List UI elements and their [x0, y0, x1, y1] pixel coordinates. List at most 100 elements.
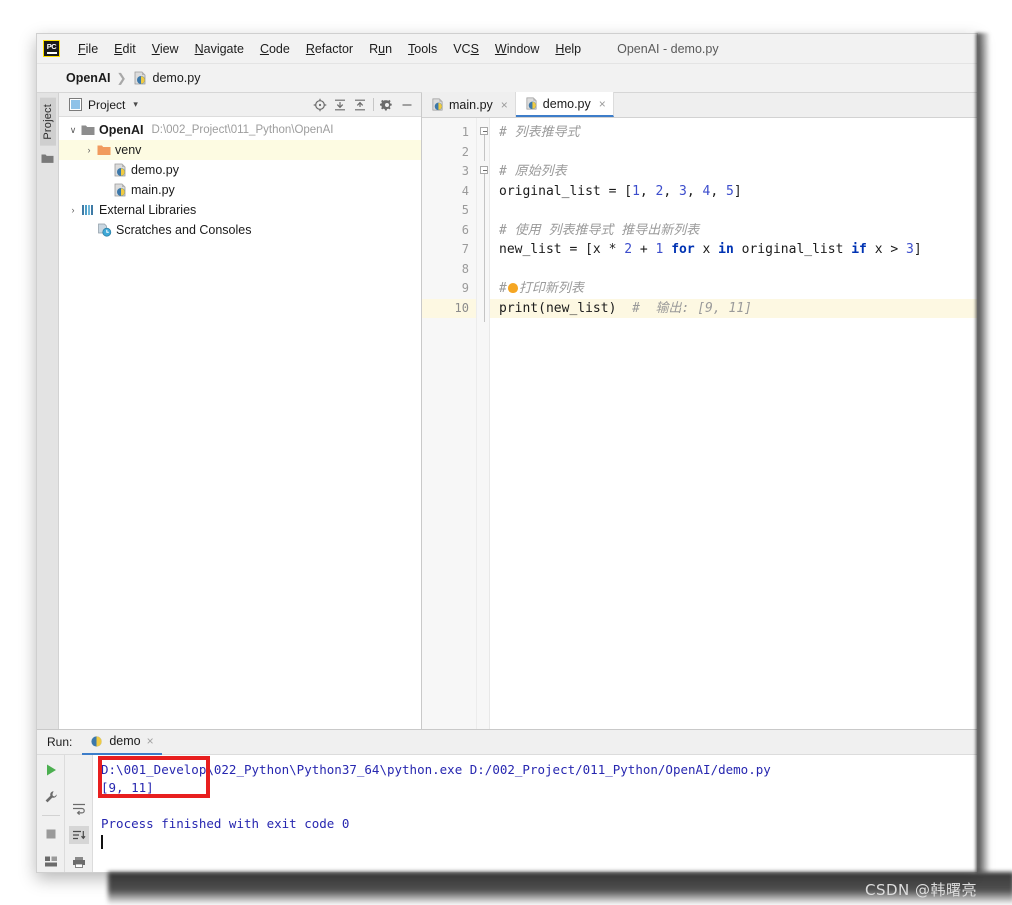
project-tree: ∨ OpenAI D:\002_Project\011_Python\OpenA… — [59, 117, 421, 729]
tree-row-external-libraries[interactable]: › External Libraries — [59, 200, 421, 220]
locate-icon[interactable] — [310, 96, 330, 114]
menu-item-window[interactable]: Window — [487, 39, 547, 59]
stop-icon[interactable] — [41, 825, 61, 843]
menu-item-refactor[interactable]: Refactor — [298, 39, 361, 59]
expand-all-icon[interactable] — [330, 96, 350, 114]
project-panel-header: Project ▾ — [59, 93, 421, 117]
toolbar-divider — [373, 98, 374, 111]
tree-project-path: D:\002_Project\011_Python\OpenAI — [151, 124, 334, 136]
code-line-9: # 打印新列表 — [499, 281, 584, 296]
breadcrumb-root[interactable]: OpenAI — [66, 71, 110, 85]
python-file-icon — [113, 163, 127, 177]
tab-label: main.py — [449, 97, 493, 112]
fold-region-line — [483, 174, 485, 322]
breadcrumb-file[interactable]: demo.py — [153, 71, 201, 85]
project-panel-title: Project — [88, 97, 126, 112]
structure-folder-icon[interactable] — [41, 153, 54, 164]
python-run-icon — [90, 735, 103, 748]
run-toolbar-secondary — [65, 755, 93, 872]
python-file-icon — [431, 98, 444, 111]
menu-item-navigate[interactable]: Navigate — [187, 39, 252, 59]
tab-main-py[interactable]: main.py × — [422, 92, 516, 117]
close-icon[interactable]: × — [599, 97, 606, 111]
tool-window-strip: Project — [37, 93, 59, 729]
tab-demo-py[interactable]: demo.py × — [515, 92, 614, 117]
code-line-4: original_list = [1, 2, 3, 4, 5] — [499, 183, 742, 199]
python-file-icon — [525, 97, 538, 110]
fold-marker-icon[interactable] — [480, 166, 488, 174]
breadcrumb-separator-icon: ❯ — [116, 71, 127, 85]
line-number: 6 — [461, 222, 469, 237]
menu-item-run[interactable]: Run — [361, 39, 400, 59]
print-icon[interactable] — [69, 853, 89, 871]
tree-label: Scratches and Consoles — [116, 223, 252, 237]
settings-wrench-icon[interactable] — [41, 788, 61, 806]
tree-row-main-py[interactable]: main.py — [59, 180, 421, 200]
code-editor[interactable]: 1 2 3 4 5 6 7 8 9 10 # 列表推导式 # 原始列表 orig… — [422, 118, 977, 729]
menu-item-tools[interactable]: Tools — [400, 39, 445, 59]
line-number: 9 — [461, 281, 469, 295]
project-tool-window: Project ▾ ∨ OpenAI D:\002_Project\011_Py… — [59, 93, 422, 729]
watermark: CSDN @韩曙亮 — [865, 881, 978, 899]
menu-item-edit[interactable]: Edit — [106, 39, 144, 59]
run-console[interactable]: D:\001_Develop\022_Python\Python37_64\py… — [93, 755, 977, 872]
tab-label: demo.py — [542, 96, 591, 111]
sidebar-tab-project[interactable]: Project — [39, 98, 56, 146]
layout-icon[interactable] — [41, 852, 61, 870]
console-blank — [101, 797, 977, 815]
run-tab-demo[interactable]: demo × — [82, 729, 162, 755]
close-icon[interactable]: × — [501, 98, 508, 112]
console-caret-line — [101, 833, 977, 851]
line-number: 1 — [461, 125, 469, 139]
collapse-all-icon[interactable] — [350, 96, 370, 114]
menu-item-code[interactable]: Code — [252, 39, 298, 59]
tree-row-scratches-and-consoles[interactable]: Scratches and Consoles — [59, 220, 421, 240]
menu-item-file[interactable]: File — [70, 39, 106, 59]
soft-wrap-icon[interactable] — [69, 799, 89, 817]
text-caret — [101, 835, 103, 849]
editor-gutter: 1 2 3 4 5 6 7 8 9 10 — [422, 118, 477, 729]
tree-row-openai[interactable]: ∨ OpenAI D:\002_Project\011_Python\OpenA… — [59, 120, 421, 140]
intention-bulb-icon[interactable] — [507, 283, 518, 293]
twisty-collapsed-icon[interactable]: › — [81, 145, 97, 155]
editor-fold-column[interactable] — [477, 118, 490, 729]
run-icon[interactable] — [41, 761, 61, 779]
menu-item-help[interactable]: Help — [547, 39, 589, 59]
twisty-collapsed-icon[interactable]: › — [65, 205, 81, 215]
folder-orange-icon — [97, 144, 111, 156]
editor-tab-bar: main.py × demo.py × — [422, 92, 977, 118]
scroll-to-end-icon[interactable] — [68, 826, 89, 844]
hide-icon[interactable] — [397, 96, 417, 114]
console-status: Process finished with exit code 0 — [101, 816, 350, 831]
screenshot-root: PC File Edit View Navigate Code Refactor… — [0, 0, 1012, 905]
menu-bar: PC File Edit View Navigate Code Refactor… — [37, 34, 977, 64]
line-number: 5 — [461, 203, 469, 217]
run-tab-bar: Run: demo × — [37, 729, 977, 755]
code-text-area[interactable]: # 列表推导式 # 原始列表 original_list = [1, 2, 3,… — [490, 118, 977, 729]
line-number-current: 10 — [422, 298, 476, 318]
menu-item-vcs[interactable]: VCS — [445, 39, 487, 59]
pycharm-window: PC File Edit View Navigate Code Refactor… — [36, 33, 978, 873]
toolbar-divider — [41, 815, 60, 816]
fold-marker-icon[interactable] — [480, 127, 488, 135]
chevron-down-icon[interactable]: ▾ — [133, 99, 138, 110]
main-body: Project Project ▾ ∨ OpenAI D:\002_Projec… — [37, 92, 977, 729]
tree-label: main.py — [131, 183, 175, 197]
menu-item-view[interactable]: View — [144, 39, 187, 59]
pycharm-logo-icon: PC — [43, 40, 60, 57]
tree-label: OpenAI — [99, 123, 144, 137]
gear-icon[interactable] — [377, 96, 397, 114]
tree-row-venv[interactable]: › venv — [59, 140, 421, 160]
line-number: 4 — [461, 183, 469, 198]
window-right-shadow — [976, 33, 990, 873]
close-icon[interactable]: × — [147, 734, 154, 748]
tree-row-demo-py[interactable]: demo.py — [59, 160, 421, 180]
editor-region: main.py × demo.py × 1 2 3 4 5 6 7 8 9 10… — [422, 92, 977, 729]
code-line-6: # 使用 列表推导式 推导出新列表 — [499, 222, 700, 238]
twisty-expanded-icon[interactable]: ∨ — [65, 125, 81, 136]
line-number: 2 — [461, 144, 469, 159]
code-line-1: # 列表推导式 — [499, 125, 580, 140]
